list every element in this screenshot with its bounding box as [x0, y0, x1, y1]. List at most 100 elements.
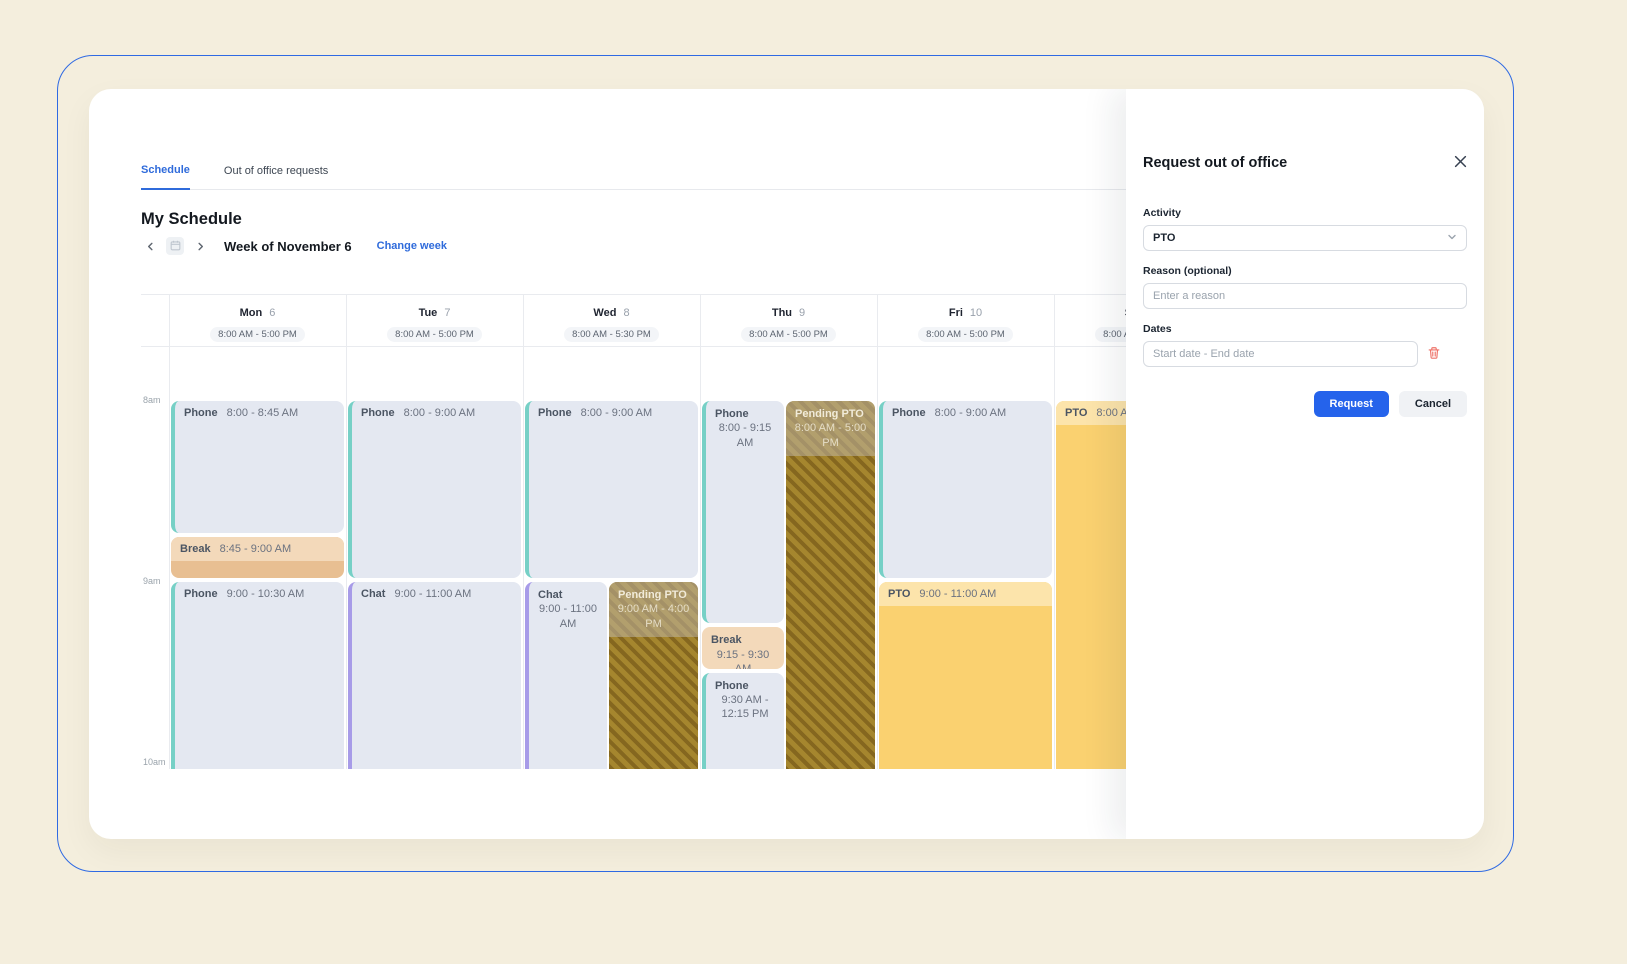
- event-time: 8:00 - 8:45 AM: [227, 407, 299, 419]
- event-header: Phone8:00 - 9:00 AM: [352, 401, 521, 425]
- calendar-icon: [170, 239, 181, 254]
- tab-bar: Schedule Out of office requests: [141, 164, 328, 190]
- grid-column-divider: [700, 294, 701, 769]
- chevron-down-icon: [1447, 232, 1457, 245]
- day-header: Fri 10 8:00 AM - 5:00 PM: [877, 295, 1054, 346]
- event-time: 8:00 AM - 5:00 PM: [795, 422, 867, 448]
- event-time: 9:00 - 11:00 AM: [919, 588, 996, 600]
- event-time: 9:30 AM - 12:15 PM: [721, 694, 768, 720]
- event-time: 9:00 AM - 4:00 PM: [618, 603, 690, 629]
- cancel-button[interactable]: Cancel: [1399, 391, 1467, 417]
- day-name: Wed: [593, 307, 616, 319]
- tab-schedule[interactable]: Schedule: [141, 164, 190, 190]
- event-header: Phone8:00 - 9:15 AM: [706, 401, 784, 456]
- event-time: 8:00 - 9:15 AM: [719, 422, 772, 448]
- event-header: Break8:45 - 9:00 AM: [171, 537, 344, 561]
- event-chat[interactable]: Chat9:00 - 11:00 AM: [348, 582, 521, 769]
- event-label: Break: [708, 633, 778, 647]
- day-working-hours: 8:00 AM - 5:00 PM: [741, 327, 836, 342]
- event-header: PTO 9:00 - 11:00 AM: [879, 582, 1052, 606]
- event-label: Phone: [184, 407, 218, 419]
- event-chat[interactable]: Chat9:00 - 11:00 AM: [525, 582, 607, 769]
- event-header: Phone9:00 - 10:30 AM: [175, 582, 344, 606]
- dates-input[interactable]: [1143, 341, 1418, 367]
- event-header: Chat9:00 - 11:00 AM: [352, 582, 521, 606]
- event-phone[interactable]: Phone9:30 AM - 12:15 PM: [702, 673, 784, 770]
- activity-label: Activity: [1143, 207, 1467, 219]
- day-number: 8: [623, 307, 629, 319]
- event-label: Phone: [892, 407, 926, 419]
- day-working-hours: 8:00 AM - 5:00 PM: [210, 327, 305, 342]
- event-phone[interactable]: Phone8:00 - 9:15 AM: [702, 401, 784, 623]
- grid-column-divider: [523, 294, 524, 769]
- previous-week-button[interactable]: [141, 237, 159, 255]
- reason-input[interactable]: [1143, 283, 1467, 309]
- day-number: 9: [799, 307, 805, 319]
- event-header: Phone 8:00 - 9:00 AM: [883, 401, 1052, 425]
- time-label: 9am: [143, 576, 161, 586]
- day-header: Tue78:00 AM - 5:00 PM: [346, 295, 523, 346]
- event-label: Pending PTO: [615, 588, 692, 602]
- event-header: Pending PTO9:00 AM - 4:00 PM: [609, 582, 698, 637]
- trash-icon: [1427, 346, 1441, 363]
- delete-dates-button[interactable]: [1427, 346, 1441, 363]
- close-icon: [1454, 155, 1467, 171]
- today-button[interactable]: [166, 237, 184, 255]
- day-name: Thu: [772, 307, 792, 319]
- request-out-of-office-panel: Request out of office Activity PTO Reaso…: [1126, 89, 1484, 839]
- event-phone[interactable]: Phone 8:00 - 9:00 AM: [879, 401, 1052, 578]
- day-number: 6: [269, 307, 275, 319]
- event-phone[interactable]: Phone9:00 - 10:30 AM: [171, 582, 344, 769]
- page-title: My Schedule: [141, 210, 242, 229]
- event-pending[interactable]: Pending PTO8:00 AM - 5:00 PM: [786, 401, 875, 769]
- app-frame: Schedule Out of office requests My Sched…: [57, 55, 1514, 872]
- event-phone[interactable]: Phone8:00 - 9:00 AM: [525, 401, 698, 578]
- event-phone[interactable]: Phone8:00 - 9:00 AM: [348, 401, 521, 578]
- tab-out-of-office-requests[interactable]: Out of office requests: [224, 164, 328, 190]
- close-button[interactable]: [1454, 155, 1467, 171]
- event-pending[interactable]: Pending PTO9:00 AM - 4:00 PM: [609, 582, 698, 769]
- activity-selected-value: PTO: [1153, 232, 1175, 244]
- day-header: Mon68:00 AM - 5:00 PM: [169, 295, 346, 346]
- change-week-link[interactable]: Change week: [377, 240, 447, 252]
- day-number: 10: [970, 307, 982, 319]
- app-card: Schedule Out of office requests My Sched…: [89, 89, 1484, 839]
- chevron-right-icon: [196, 239, 205, 254]
- day-name: Fri: [949, 307, 963, 319]
- event-break[interactable]: Break8:45 - 9:00 AM: [171, 537, 344, 578]
- next-week-button[interactable]: [191, 237, 209, 255]
- event-time: 9:00 - 11:00 AM: [394, 588, 471, 600]
- event-time: 9:00 - 10:30 AM: [227, 588, 305, 600]
- grid-column-divider: [877, 294, 878, 769]
- event-header: Break9:15 - 9:30 AM: [702, 627, 784, 668]
- event-label: Phone: [712, 679, 778, 693]
- day-name: Tue: [419, 307, 438, 319]
- day-working-hours: 8:00 AM - 5:30 PM: [564, 327, 659, 342]
- day-number: 7: [444, 307, 450, 319]
- event-time: 9:00 - 11:00 AM: [539, 603, 597, 629]
- grid-column-divider: [346, 294, 347, 769]
- time-label: 8am: [143, 395, 161, 405]
- event-header: Phone 8:00 - 8:45 AM: [175, 401, 344, 425]
- grid-column-divider: [1054, 294, 1055, 769]
- event-header: Phone9:30 AM - 12:15 PM: [706, 673, 784, 728]
- week-navigation: Week of November 6 Change week: [141, 237, 447, 255]
- event-label: PTO: [1065, 407, 1087, 419]
- grid-column-divider: [169, 294, 170, 769]
- dates-label: Dates: [1143, 323, 1467, 335]
- event-phone[interactable]: Phone 8:00 - 8:45 AM: [171, 401, 344, 533]
- day-working-hours: 8:00 AM - 5:00 PM: [918, 327, 1013, 342]
- request-button[interactable]: Request: [1314, 391, 1389, 417]
- activity-select[interactable]: PTO: [1143, 225, 1467, 251]
- event-break[interactable]: Break9:15 - 9:30 AM: [702, 627, 784, 668]
- event-label: PTO: [888, 588, 910, 600]
- calendar-body: 8am9am10amPhone8:00 - 8:45 AMBreak8:45 -…: [141, 347, 1231, 769]
- calendar-header-row: Mon68:00 AM - 5:00 PMTue78:00 AM - 5:00 …: [141, 295, 1231, 346]
- panel-title: Request out of office: [1143, 155, 1287, 171]
- event-label: Pending PTO: [792, 407, 869, 421]
- event-label: Chat: [535, 588, 601, 602]
- event-pto[interactable]: PTO 9:00 - 11:00 AM: [879, 582, 1052, 769]
- event-time: 8:00 - 9:00 AM: [935, 407, 1007, 419]
- reason-label: Reason (optional): [1143, 265, 1467, 277]
- event-header: Pending PTO8:00 AM - 5:00 PM: [786, 401, 875, 456]
